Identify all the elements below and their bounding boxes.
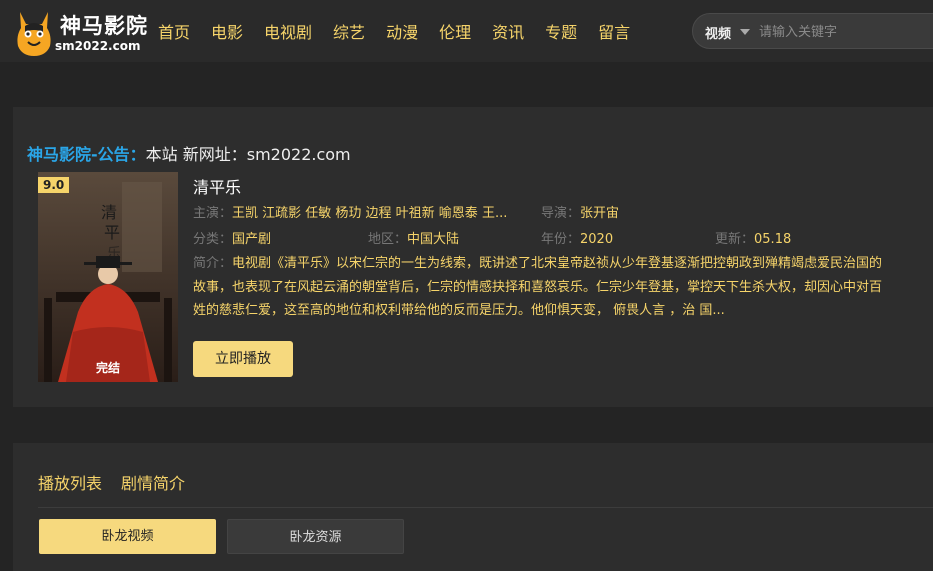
update-value: 05.18 [754, 232, 792, 247]
region-value[interactable]: 中国大陆 [407, 232, 459, 247]
nav-item-movie[interactable]: 电影 [211, 19, 243, 43]
year-row: 年份：2020 [541, 228, 613, 247]
chevron-down-icon[interactable] [740, 29, 750, 35]
director-label: 导演： [541, 206, 581, 221]
movie-title: 清平乐 [193, 178, 242, 197]
svg-text:乐: 乐 [107, 246, 121, 262]
nav-item-variety[interactable]: 综艺 [333, 19, 365, 43]
main-nav: 首页 电影 电视剧 综艺 动漫 伦理 资讯 专题 留言 [158, 19, 651, 43]
notice-label: 神马影院-公告： [27, 145, 146, 164]
playlist-tabs: 播放列表 剧情简介 [38, 470, 204, 494]
rating-badge: 9.0 [38, 177, 70, 193]
cast-value[interactable]: 王凯 江疏影 任敏 杨玏 边程 叶祖新 喻恩泰 王... [232, 206, 507, 221]
cast-label: 主演： [193, 206, 233, 221]
update-row: 更新：05.18 [715, 228, 791, 247]
director-value[interactable]: 张开宙 [580, 206, 619, 221]
site-header: 神马影院 sm2022.com 首页 电影 电视剧 综艺 动漫 伦理 资讯 专题… [0, 0, 933, 62]
nav-item-tv[interactable]: 电视剧 [264, 19, 312, 43]
synopsis-text: 电视剧《清平乐》以宋仁宗的一生为线索，既讲述了北宋皇帝赵祯从少年登基逐渐把控朝政… [193, 256, 883, 318]
synopsis: 简介：电视剧《清平乐》以宋仁宗的一生为线索，既讲述了北宋皇帝赵祯从少年登基逐渐把… [193, 252, 893, 323]
movie-detail-panel: 神马影院-公告：本站 新网址：sm2022.com 清 平 乐 9.0 完结 清… [13, 107, 933, 407]
tab-playlist[interactable]: 播放列表 [38, 470, 102, 494]
cat-mascot-icon [17, 12, 51, 56]
year-label: 年份： [541, 232, 581, 247]
svg-text:清: 清 [101, 203, 117, 222]
site-domain: sm2022.com [55, 39, 141, 53]
nav-item-messages[interactable]: 留言 [598, 19, 630, 43]
search-input[interactable] [759, 22, 929, 42]
director-row: 导演：张开宙 [541, 202, 619, 221]
genre-row: 分类：国产剧 [193, 228, 271, 247]
search-type-select[interactable]: 视频 [705, 23, 731, 42]
cast-row: 主演：王凯 江疏影 任敏 杨玏 边程 叶祖新 喻恩泰 王... [193, 202, 507, 221]
source-button-wolong-video[interactable]: 卧龙视频 [39, 519, 216, 554]
play-now-button[interactable]: 立即播放 [193, 341, 293, 377]
divider [38, 507, 933, 508]
site-notice: 神马影院-公告：本站 新网址：sm2022.com [27, 141, 351, 165]
status-badge: 完结 [95, 361, 120, 375]
nav-item-news[interactable]: 资讯 [492, 19, 524, 43]
site-logo[interactable]: 神马影院 sm2022.com [10, 4, 150, 58]
nav-item-topics[interactable]: 专题 [545, 19, 577, 43]
playlist-panel: 播放列表 剧情简介 卧龙视频 卧龙资源 [13, 443, 933, 571]
nav-item-home[interactable]: 首页 [158, 19, 190, 43]
nav-item-ethics[interactable]: 伦理 [439, 19, 471, 43]
tab-synopsis[interactable]: 剧情简介 [121, 470, 185, 494]
search-box: 视频 [692, 13, 933, 49]
site-name: 神马影院 [60, 13, 148, 38]
svg-text:平: 平 [104, 223, 120, 242]
year-value[interactable]: 2020 [580, 232, 613, 247]
movie-poster[interactable]: 清 平 乐 9.0 完结 [38, 172, 178, 382]
poster-image: 清 平 乐 [38, 172, 178, 382]
nav-item-anime[interactable]: 动漫 [386, 19, 418, 43]
region-row: 地区：中国大陆 [368, 228, 459, 247]
region-label: 地区： [368, 232, 408, 247]
genre-label: 分类： [193, 232, 233, 247]
genre-value[interactable]: 国产剧 [232, 232, 271, 247]
synopsis-label: 简介： [193, 256, 233, 271]
source-button-wolong-resource[interactable]: 卧龙资源 [227, 519, 404, 554]
notice-text: 本站 新网址：sm2022.com [145, 145, 351, 164]
update-label: 更新： [715, 232, 755, 247]
